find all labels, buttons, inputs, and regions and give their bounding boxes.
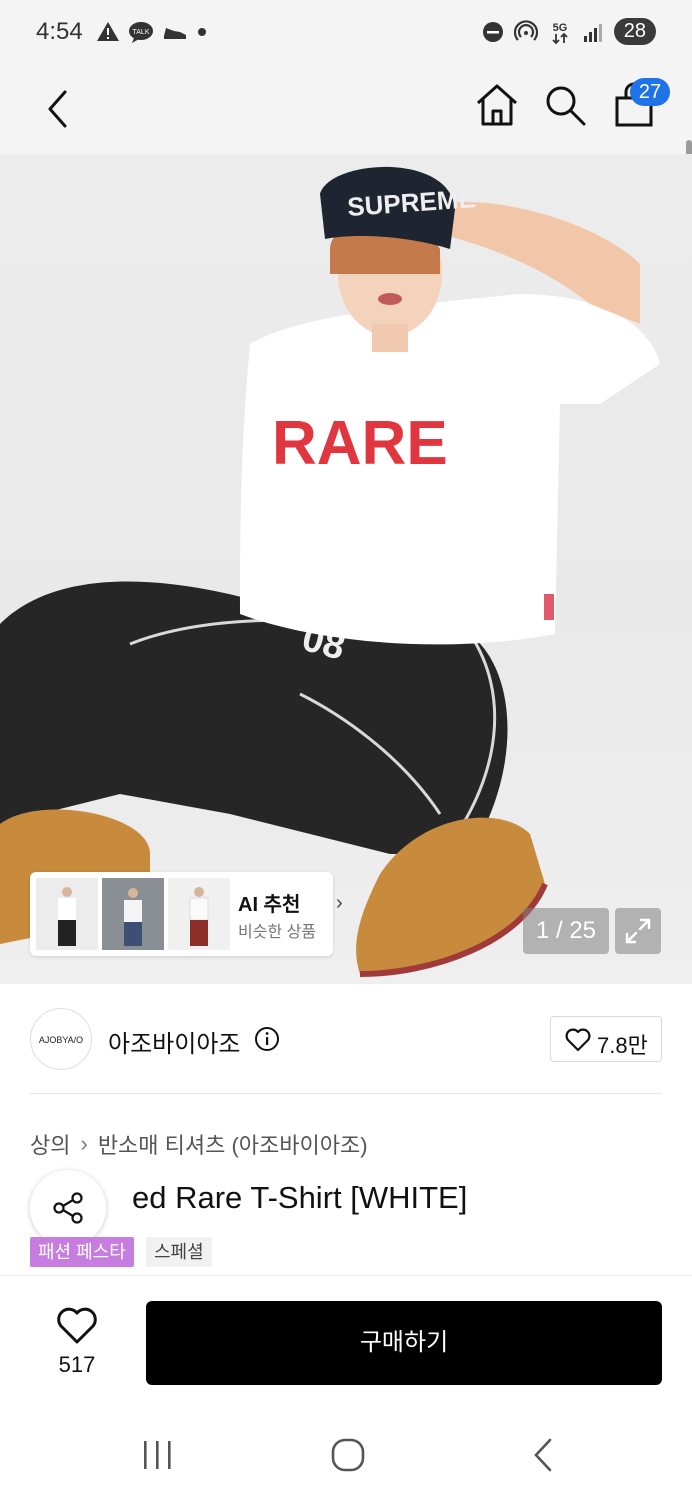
buy-bar: 517 구매하기	[0, 1275, 692, 1405]
status-icons-left: TALK	[96, 20, 208, 44]
wishlist-count: 517	[58, 1352, 96, 1377]
product-title: ed Rare T-Shirt [WHITE]	[132, 1180, 468, 1215]
breadcrumb-category[interactable]: 상의	[30, 1128, 70, 1160]
brand-logo[interactable]: AJOBYA/O	[30, 1008, 92, 1070]
shoe-icon	[164, 28, 186, 39]
heart-icon	[57, 1307, 97, 1344]
talk-icon: TALK	[129, 22, 153, 43]
dot-icon	[198, 28, 206, 36]
ai-recommend-subtitle: 비슷한 상품	[238, 924, 317, 941]
cart-count-badge: 27	[630, 78, 670, 106]
image-counter: 1 / 25	[523, 908, 609, 954]
hotspot-icon	[513, 19, 538, 41]
ai-thumb-2[interactable]	[102, 878, 164, 950]
brand-name[interactable]: 아조바이아조	[108, 1024, 240, 1059]
breadcrumb: 상의 › 반소매 티셔츠 (아조바이아조)	[30, 1128, 368, 1160]
5g-icon: 5G	[552, 22, 568, 44]
product-image[interactable]: 08 RARE SUPREME	[0, 154, 692, 984]
tag-special: 스페셜	[146, 1237, 212, 1267]
status-bar: 4:54 TALK 5G 28	[0, 0, 692, 66]
home-icon[interactable]	[474, 82, 520, 128]
chevron-right-icon: ›	[80, 1131, 88, 1156]
divider	[30, 1093, 662, 1094]
dnd-icon	[482, 21, 503, 42]
nav-home-icon[interactable]	[330, 1437, 366, 1473]
expand-icon	[625, 918, 651, 944]
status-time: 4:54	[36, 18, 83, 45]
warning-icon	[97, 22, 119, 41]
search-icon[interactable]	[542, 82, 588, 128]
breadcrumb-subcategory[interactable]: 반소매 티셔츠 (아조바이아조)	[98, 1128, 368, 1160]
ai-recommend-card[interactable]: AI 추천 › 비슷한 상품	[30, 872, 343, 956]
brand-like-button[interactable]: 7.8만	[550, 1016, 662, 1062]
app-bar: 27	[0, 66, 692, 216]
system-nav-bar	[0, 1405, 692, 1500]
ai-thumb-3[interactable]	[168, 878, 230, 950]
battery-indicator: 28	[613, 18, 656, 45]
wishlist-button[interactable]: 517	[44, 1304, 110, 1384]
status-icons-right: 5G 28	[482, 18, 656, 45]
ai-thumb-1[interactable]	[36, 878, 98, 950]
buy-button[interactable]: 구매하기	[146, 1301, 662, 1385]
expand-button[interactable]	[615, 908, 661, 954]
talk-label: TALK	[133, 29, 150, 36]
shirt-print-text: RARE	[272, 409, 448, 478]
signal-icon	[583, 23, 602, 42]
brand-like-count: 7.8만	[597, 1033, 648, 1058]
network-label: 5G	[552, 22, 567, 34]
share-button[interactable]	[30, 1170, 106, 1246]
info-icon[interactable]	[254, 1026, 280, 1052]
share-icon	[53, 1192, 83, 1224]
tag-fashion-festa: 패션 페스타	[30, 1237, 134, 1267]
recent-apps-icon[interactable]	[138, 1437, 178, 1473]
chevron-right-icon: ›	[336, 892, 343, 914]
product-photo: 08 RARE SUPREME	[0, 166, 660, 977]
ai-recommend-title: AI 추천	[238, 894, 301, 916]
heart-icon	[565, 1028, 591, 1052]
back-arrow-icon[interactable]	[34, 84, 84, 134]
nav-back-icon[interactable]	[526, 1437, 562, 1473]
